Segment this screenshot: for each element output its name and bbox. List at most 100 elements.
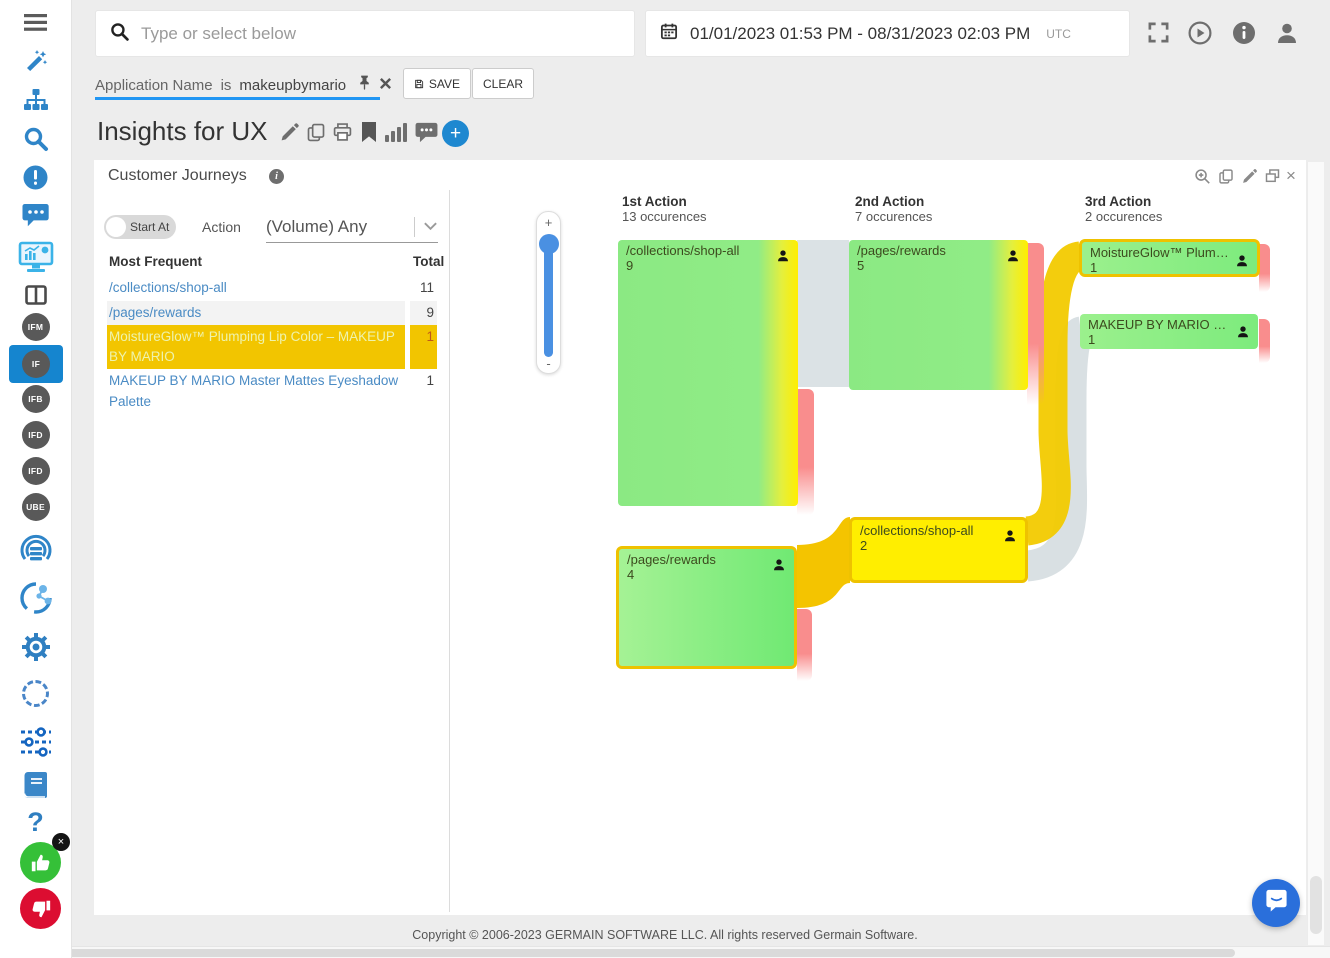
badge-ube: UBE: [22, 493, 50, 521]
bar-chart-icon[interactable]: [385, 122, 408, 147]
zoom-in-icon[interactable]: [1194, 168, 1211, 190]
table-header: Most Frequent Total: [107, 250, 437, 274]
search-input[interactable]: [141, 24, 620, 44]
gear-icon[interactable]: [0, 630, 71, 664]
sankey-node-moistureglow-1[interactable]: MoistureGlow™ Plumping L...1: [1079, 239, 1260, 277]
volume-select[interactable]: (Volume) Any: [266, 212, 438, 243]
sidebar-item-ifm[interactable]: IFM: [0, 313, 71, 341]
comment-icon[interactable]: [415, 122, 438, 148]
add-insight-button[interactable]: +: [442, 120, 469, 147]
pin-icon[interactable]: [358, 75, 371, 95]
sankey-node-mastermattes-1[interactable]: MAKEUP BY MARIO Master M...1: [1080, 314, 1258, 349]
timezone-label: UTC: [1046, 27, 1071, 41]
fullscreen-icon[interactable]: [1147, 21, 1170, 49]
search-nav-icon[interactable]: [0, 125, 71, 153]
sidebar-item-ifd-2[interactable]: IFD: [0, 457, 71, 485]
sankey-node-rewards-4[interactable]: /pages/rewards4: [616, 546, 797, 669]
sankey-node-shopall-9[interactable]: /collections/shop-all9: [618, 240, 798, 506]
sidebar-item-ifb[interactable]: IFB: [0, 385, 71, 413]
monitor-analytics-icon[interactable]: [0, 240, 71, 274]
sidebar: IFM IF IFB IFD IFD UBE ? ×: [0, 0, 72, 958]
filter-sliders-icon[interactable]: [0, 727, 71, 757]
slider-plus[interactable]: +: [537, 215, 560, 230]
start-at-toggle[interactable]: Start At: [104, 215, 176, 239]
table-row-highlighted[interactable]: MoistureGlow™ Plumping Lip Color – MAKEU…: [107, 325, 437, 370]
zoom-slider[interactable]: + -: [536, 211, 561, 374]
sidebar-item-ube[interactable]: UBE: [0, 493, 71, 521]
table-row[interactable]: /collections/shop-all 11: [107, 276, 437, 300]
help-question-icon[interactable]: ?: [0, 808, 71, 836]
sankey-node-shopall-2[interactable]: /collections/shop-all2: [849, 517, 1028, 583]
sankey-col-3-header: 3rd Action2 occurences: [1085, 194, 1162, 224]
bookmark-icon[interactable]: [361, 122, 377, 148]
volume-select-value: (Volume) Any: [266, 217, 414, 237]
horizontal-scrollbar[interactable]: [0, 946, 1330, 958]
date-range-value: 01/01/2023 01:53 PM - 08/31/2023 02:03 P…: [690, 24, 1030, 44]
scrollbar-thumb[interactable]: [25, 949, 1235, 957]
print-icon[interactable]: [332, 122, 353, 147]
badge-ifd-2: IFD: [22, 457, 50, 485]
dropoff-band: [1259, 319, 1270, 363]
play-icon[interactable]: [1188, 21, 1212, 50]
panel-title: Customer Journeys: [108, 167, 247, 185]
dashed-circle-icon[interactable]: [0, 679, 71, 707]
remove-filter-icon[interactable]: [379, 77, 392, 94]
close-panel-icon[interactable]: ×: [1286, 167, 1296, 184]
sitemap-icon[interactable]: [0, 86, 71, 114]
panel-info-icon[interactable]: i: [269, 169, 284, 184]
flow-shopall9-rewards5[interactable]: [797, 240, 849, 387]
columns-icon[interactable]: [0, 284, 71, 306]
slider-track[interactable]: [544, 239, 553, 357]
copy-title-icon[interactable]: [306, 122, 326, 148]
dismiss-feedback-icon[interactable]: ×: [52, 833, 70, 851]
flow-rewards4-shopall2[interactable]: [797, 517, 850, 608]
edit-title-icon[interactable]: [279, 122, 300, 148]
person-icon: [1235, 254, 1249, 271]
clear-button[interactable]: CLEAR: [472, 68, 534, 99]
duplicate-panel-icon[interactable]: [1218, 168, 1234, 190]
chevron-down-icon: [423, 218, 438, 236]
dropoff-band: [797, 389, 814, 515]
badge-if: IF: [22, 350, 50, 378]
restore-panel-icon[interactable]: [1264, 168, 1281, 189]
dropoff-band: [1259, 244, 1270, 292]
date-range-picker[interactable]: 01/01/2023 01:53 PM - 08/31/2023 02:03 P…: [645, 10, 1130, 57]
share-nodes-icon[interactable]: [0, 580, 71, 616]
magic-wand-icon[interactable]: [0, 48, 71, 76]
person-icon: [776, 249, 790, 266]
panel-divider: [449, 190, 450, 912]
search-icon: [110, 22, 129, 46]
filter-operator: is: [221, 77, 232, 94]
page-title: Insights for UX: [97, 116, 268, 147]
book-icon[interactable]: [0, 770, 71, 800]
dropoff-band: [1027, 243, 1044, 405]
most-frequent-table: Most Frequent Total /collections/shop-al…: [107, 250, 437, 414]
person-icon: [1236, 325, 1250, 342]
save-button[interactable]: SAVE: [403, 68, 471, 99]
global-search: [95, 10, 635, 57]
table-row[interactable]: /pages/rewards 9: [107, 301, 437, 325]
chat-nav-icon[interactable]: [0, 201, 71, 228]
sidebar-item-if-selected[interactable]: IF: [9, 345, 63, 383]
slider-minus[interactable]: -: [537, 356, 560, 371]
filter-field: Application Name: [95, 77, 213, 94]
server-broadcast-icon[interactable]: [0, 532, 71, 568]
sidebar-item-ifd[interactable]: IFD: [0, 421, 71, 449]
sankey-node-rewards-5[interactable]: /pages/rewards5: [849, 240, 1028, 390]
thumbs-down-button[interactable]: [20, 888, 61, 929]
scrollbar-thumb[interactable]: [1310, 876, 1322, 934]
user-profile-icon[interactable]: [1275, 21, 1299, 50]
live-chat-button[interactable]: [1252, 879, 1300, 927]
col-most-frequent: Most Frequent: [107, 250, 405, 274]
app-window: { "topbar": { "search_placeholder": "Typ…: [0, 0, 1330, 958]
alert-icon[interactable]: [0, 164, 71, 191]
slider-handle[interactable]: [539, 234, 559, 254]
info-icon[interactable]: [1232, 21, 1256, 50]
filter-value: makeupbymario: [239, 77, 346, 94]
table-row[interactable]: MAKEUP BY MARIO Master Mattes Eyeshadow …: [107, 369, 437, 414]
filter-chip[interactable]: Application Name is makeupbymario: [95, 70, 392, 100]
person-icon: [772, 558, 786, 575]
edit-panel-icon[interactable]: [1241, 168, 1258, 190]
vertical-scrollbar[interactable]: [1307, 162, 1324, 945]
hamburger-menu-icon[interactable]: [0, 12, 71, 32]
